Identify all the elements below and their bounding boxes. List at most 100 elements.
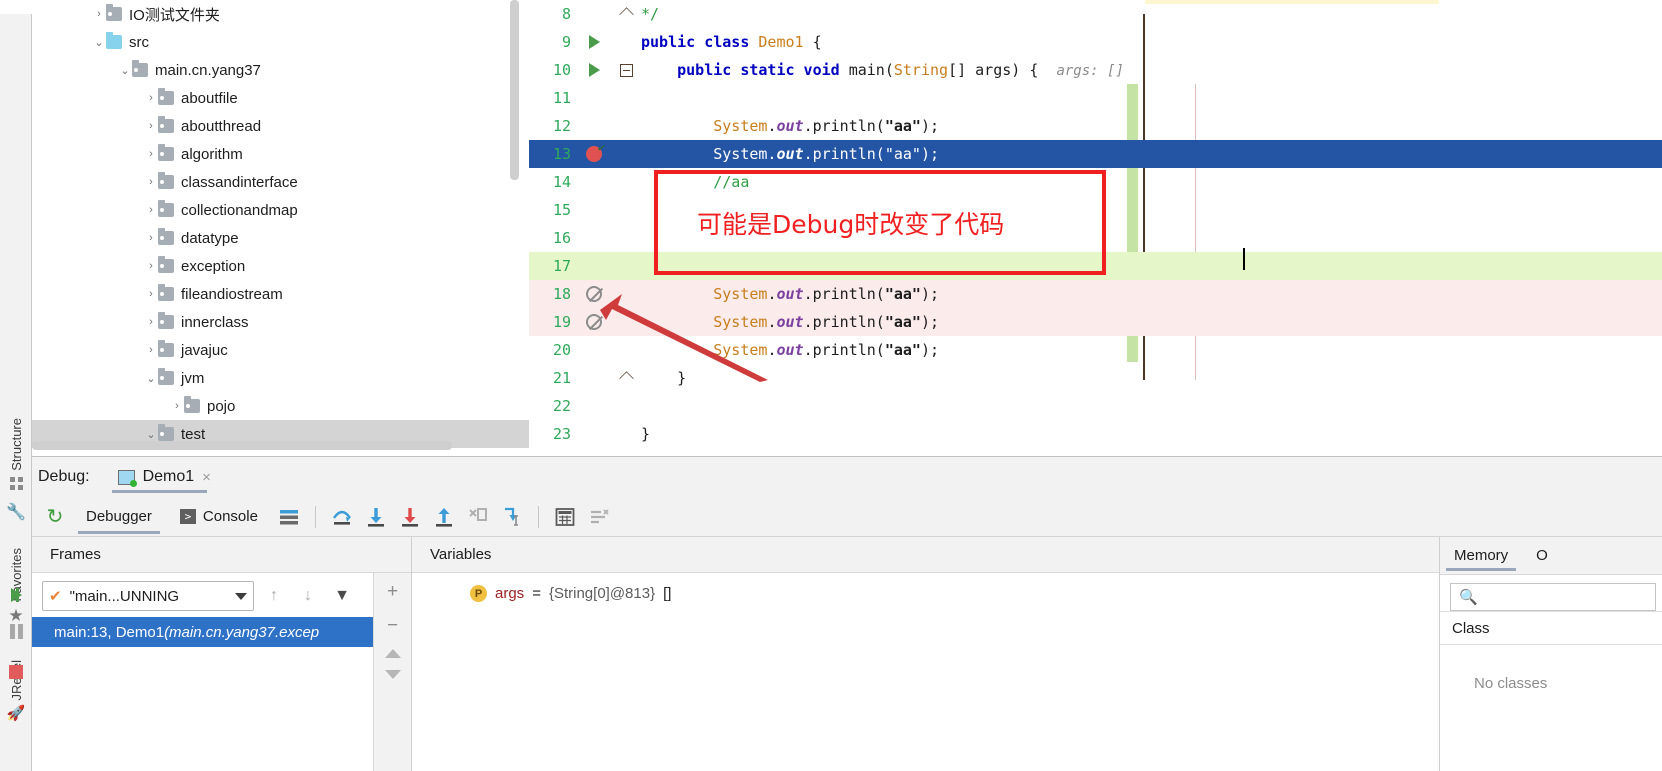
run-method-gutter-button[interactable] xyxy=(577,63,611,77)
tree-item-label: main.cn.yang37 xyxy=(155,61,261,79)
close-icon[interactable]: × xyxy=(202,469,211,486)
memory-column-header[interactable]: Class xyxy=(1440,611,1662,645)
tab-console[interactable]: > Console xyxy=(166,497,272,537)
line-number: 13 xyxy=(552,145,571,163)
tree-item-label: jvm xyxy=(181,369,205,387)
chevron-right-icon[interactable]: › xyxy=(170,400,184,412)
editor-line[interactable]: 23 } xyxy=(529,420,1662,448)
memory-search-field[interactable] xyxy=(1477,589,1659,605)
debug-session-tab[interactable]: Demo1 × xyxy=(111,457,221,497)
frame-location: main:13, Demo1 xyxy=(54,623,165,641)
move-frame-up-button[interactable]: ↑ xyxy=(260,582,288,610)
tree-vertical-scrollbar[interactable] xyxy=(510,0,519,180)
tab-debugger[interactable]: Debugger xyxy=(72,497,166,537)
chevron-right-icon[interactable]: › xyxy=(92,8,106,20)
left-tool-strip: Structure ★ Favorites 🚀 JRebel 🔧 xyxy=(0,0,32,771)
sidebar-item-structure[interactable]: Structure xyxy=(0,418,32,490)
frame-list-item[interactable]: main:13, Demo1 (main.cn.yang37.excep xyxy=(32,617,411,647)
fold-up-icon[interactable] xyxy=(618,6,634,22)
chevron-right-icon[interactable]: › xyxy=(144,92,158,104)
step-out-icon xyxy=(435,507,452,527)
active-tab-underline xyxy=(111,490,207,493)
variable-row[interactable]: P args = {String[0]@813} [] xyxy=(412,573,1439,602)
remove-watch-button[interactable]: − xyxy=(387,615,398,637)
fold-collapse-icon[interactable] xyxy=(619,63,633,77)
move-down-button[interactable] xyxy=(384,670,401,679)
tree-item-pojo[interactable]: › pojo xyxy=(32,392,529,420)
tree-item-io-folder[interactable]: › IO测试文件夹 xyxy=(32,0,529,28)
run-to-cursor-icon xyxy=(504,507,518,526)
step-over-button[interactable] xyxy=(325,501,359,533)
chevron-right-icon[interactable]: › xyxy=(144,232,158,244)
tree-horizontal-scrollbar[interactable] xyxy=(32,441,452,450)
resume-program-button[interactable] xyxy=(0,578,32,612)
mute-breakpoints-button[interactable] xyxy=(582,501,616,533)
chevron-right-icon[interactable]: › xyxy=(144,120,158,132)
force-step-into-button[interactable] xyxy=(393,501,427,533)
chevron-down-icon[interactable]: ⌄ xyxy=(144,372,158,385)
editor-line-execution-point[interactable]: 13 System.out.println("aa"); xyxy=(529,140,1662,168)
drop-frame-button[interactable] xyxy=(461,501,495,533)
chevron-right-icon[interactable]: › xyxy=(144,204,158,216)
tab-overhead[interactable]: O xyxy=(1522,536,1562,574)
thread-selector[interactable]: ✔ "main...UNNING xyxy=(42,581,254,611)
chevron-right-icon[interactable]: › xyxy=(144,176,158,188)
fold-column[interactable] xyxy=(611,63,641,77)
chevron-right-icon[interactable]: › xyxy=(144,316,158,328)
fold-column[interactable] xyxy=(611,6,641,22)
evaluate-expression-button[interactable] xyxy=(548,501,582,533)
breakpoint-muted-icon[interactable] xyxy=(586,286,602,302)
chevron-right-icon[interactable]: › xyxy=(144,260,158,272)
rerun-button[interactable]: ↻ xyxy=(38,501,72,533)
breakpoint-gutter[interactable] xyxy=(577,286,611,302)
memory-search-input[interactable]: 🔍 xyxy=(1450,583,1659,611)
tree-item-algorithm[interactable]: › algorithm xyxy=(32,140,529,168)
run-to-cursor-button[interactable] xyxy=(495,501,529,533)
tab-label: Debugger xyxy=(86,508,152,525)
editor-line[interactable]: 10 public static void main(String[] args… xyxy=(529,56,1662,84)
tree-item-collectionandmap[interactable]: › collectionandmap xyxy=(32,196,529,224)
pause-program-button[interactable] xyxy=(0,614,32,648)
tree-item-classandinterface[interactable]: › classandinterface xyxy=(32,168,529,196)
chevron-down-icon[interactable]: ⌄ xyxy=(92,36,106,49)
tree-item-jvm[interactable]: ⌄ jvm xyxy=(32,364,529,392)
project-tree[interactable]: › IO测试文件夹 ⌄ src ⌄ main.cn.yang37 › about… xyxy=(32,0,529,456)
step-into-button[interactable] xyxy=(359,501,393,533)
add-watch-button[interactable]: + xyxy=(387,581,398,603)
chevron-right-icon[interactable]: › xyxy=(144,344,158,356)
tree-item-label: fileandiostream xyxy=(181,285,283,303)
filter-frames-button[interactable]: ▼ xyxy=(328,582,356,610)
tree-item-main-cn-yang37[interactable]: ⌄ main.cn.yang37 xyxy=(32,56,529,84)
chevron-down-icon[interactable]: ⌄ xyxy=(144,428,158,441)
breakpoint-icon[interactable] xyxy=(586,141,604,162)
chevron-down-icon[interactable]: ⌄ xyxy=(118,64,132,77)
tree-item-aboutthread[interactable]: › aboutthread xyxy=(32,112,529,140)
run-class-gutter-button[interactable] xyxy=(577,35,611,49)
layout-settings-button[interactable] xyxy=(272,501,306,533)
tree-item-src[interactable]: ⌄ src xyxy=(32,28,529,56)
stop-button[interactable] xyxy=(0,655,32,689)
tree-item-fileandiostream[interactable]: › fileandiostream xyxy=(32,280,529,308)
tree-item-datatype[interactable]: › datatype xyxy=(32,224,529,252)
step-out-button[interactable] xyxy=(427,501,461,533)
debug-settings-button[interactable]: 🔧 xyxy=(0,495,32,529)
editor-line[interactable]: 22 xyxy=(529,392,1662,420)
editor-line[interactable]: 8 */ xyxy=(529,0,1662,28)
breakpoint-muted-icon[interactable] xyxy=(586,314,602,330)
editor-line[interactable]: 12 System.out.println("aa"); xyxy=(529,112,1662,140)
chevron-right-icon[interactable]: › xyxy=(144,148,158,160)
tree-item-aboutfile[interactable]: › aboutfile xyxy=(32,84,529,112)
breakpoint-gutter[interactable] xyxy=(577,141,611,162)
editor-line[interactable]: 11 xyxy=(529,84,1662,112)
tree-item-exception[interactable]: › exception xyxy=(32,252,529,280)
chevron-right-icon[interactable]: › xyxy=(144,288,158,300)
line-number: 19 xyxy=(552,313,571,331)
tree-item-innerclass[interactable]: › innerclass xyxy=(32,308,529,336)
breakpoint-gutter[interactable] xyxy=(577,314,611,330)
editor-line[interactable]: 9 public class Demo1 { xyxy=(529,28,1662,56)
tree-item-javajuc[interactable]: › javajuc xyxy=(32,336,529,364)
chevron-down-icon[interactable] xyxy=(235,592,247,600)
tab-memory[interactable]: Memory xyxy=(1440,536,1522,574)
move-frame-down-button[interactable]: ↓ xyxy=(294,582,322,610)
move-up-button[interactable] xyxy=(384,649,401,658)
